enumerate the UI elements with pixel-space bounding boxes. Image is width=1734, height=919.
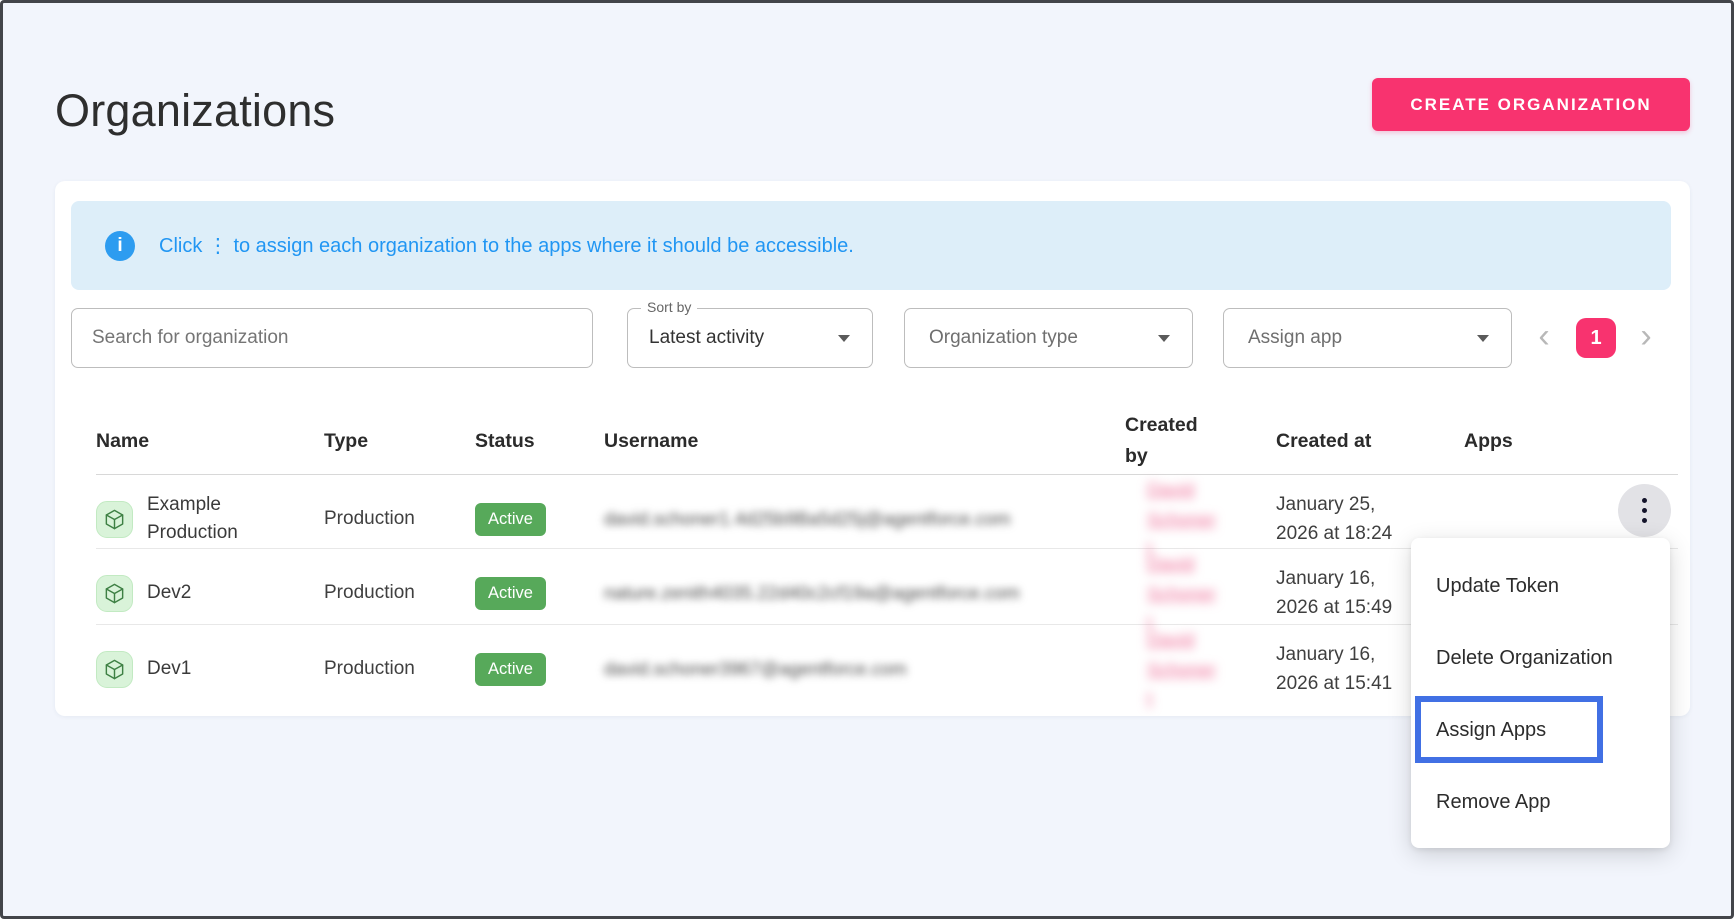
chevron-down-icon [838, 335, 850, 342]
username-redacted: nature.zenith4035.22d40c2cf19a@agentforc… [604, 582, 1106, 604]
menu-item-assign-apps[interactable]: Assign Apps [1411, 694, 1670, 766]
organization-name: Dev1 [147, 655, 191, 684]
assign-app-value: Assign app [1224, 327, 1342, 349]
info-banner-text: Click ⋮ to assign each organization to t… [159, 233, 854, 258]
column-header-username: Username [604, 430, 1125, 453]
search-field [71, 308, 593, 368]
kebab-icon [1642, 518, 1647, 523]
organization-type-value: Organization type [905, 327, 1078, 349]
pagination-next-button[interactable]: › [1631, 316, 1661, 360]
pagination-page-badge[interactable]: 1 [1576, 318, 1616, 358]
organization-cube-icon [96, 501, 133, 538]
organization-type-select[interactable]: Organization type [904, 308, 1193, 368]
column-header-type: Type [324, 430, 475, 453]
created-at: January 16, 2026 at 15:41 [1276, 640, 1410, 699]
info-icon: i [105, 231, 135, 261]
row-actions-context-menu: Update Token Delete Organization Assign … [1411, 538, 1670, 848]
chevron-down-icon [1158, 335, 1170, 342]
assign-app-select[interactable]: Assign app [1223, 308, 1512, 368]
column-header-name: Name [96, 430, 324, 453]
organization-type: Production [324, 582, 475, 604]
status-badge: Active [475, 577, 546, 610]
pagination-prev-button[interactable]: ‹ [1529, 316, 1559, 360]
column-header-status: Status [475, 430, 604, 453]
organization-type: Production [324, 508, 475, 530]
status-badge: Active [475, 653, 546, 686]
kebab-icon [1642, 498, 1647, 503]
column-header-apps: Apps [1444, 430, 1678, 453]
sort-select[interactable]: Sort by Latest activity [627, 308, 873, 368]
organization-name: Example Production [147, 491, 282, 548]
created-by-link-redacted[interactable]: David Schonert [1147, 625, 1221, 714]
organization-cube-icon [96, 651, 133, 688]
app-window: Organizations CREATE ORGANIZATION i Clic… [0, 0, 1734, 919]
organization-name: Dev2 [147, 579, 191, 608]
menu-item-update-token[interactable]: Update Token [1411, 550, 1670, 622]
sort-value: Latest activity [628, 327, 764, 349]
kebab-menu-button[interactable] [1618, 484, 1671, 537]
menu-item-remove-app[interactable]: Remove App [1411, 766, 1670, 838]
username-redacted: david.schoner1.4d25b9Ba5d25j@agentforce.… [604, 508, 1065, 530]
organization-type: Production [324, 658, 475, 680]
created-at: January 25, 2026 at 18:24 [1276, 490, 1410, 549]
search-input[interactable] [72, 327, 592, 349]
chevron-down-icon [1477, 335, 1489, 342]
create-organization-button[interactable]: CREATE ORGANIZATION [1372, 78, 1690, 131]
table-header-row: Name Type Status Username Created by Cre… [96, 408, 1678, 475]
status-badge: Active [475, 503, 546, 536]
info-banner: i Click ⋮ to assign each organization to… [71, 201, 1671, 290]
username-redacted: david.schoner3967@agentforce.com [604, 658, 941, 680]
sort-label: Sort by [641, 299, 697, 315]
column-header-created-at: Created at [1276, 430, 1444, 453]
organization-cube-icon [96, 575, 133, 612]
created-at: January 16, 2026 at 15:49 [1276, 564, 1410, 623]
page-title: Organizations [55, 85, 335, 137]
kebab-icon [1642, 508, 1647, 513]
menu-item-delete-organization[interactable]: Delete Organization [1411, 622, 1670, 694]
column-header-created-by: Created by [1125, 410, 1209, 472]
